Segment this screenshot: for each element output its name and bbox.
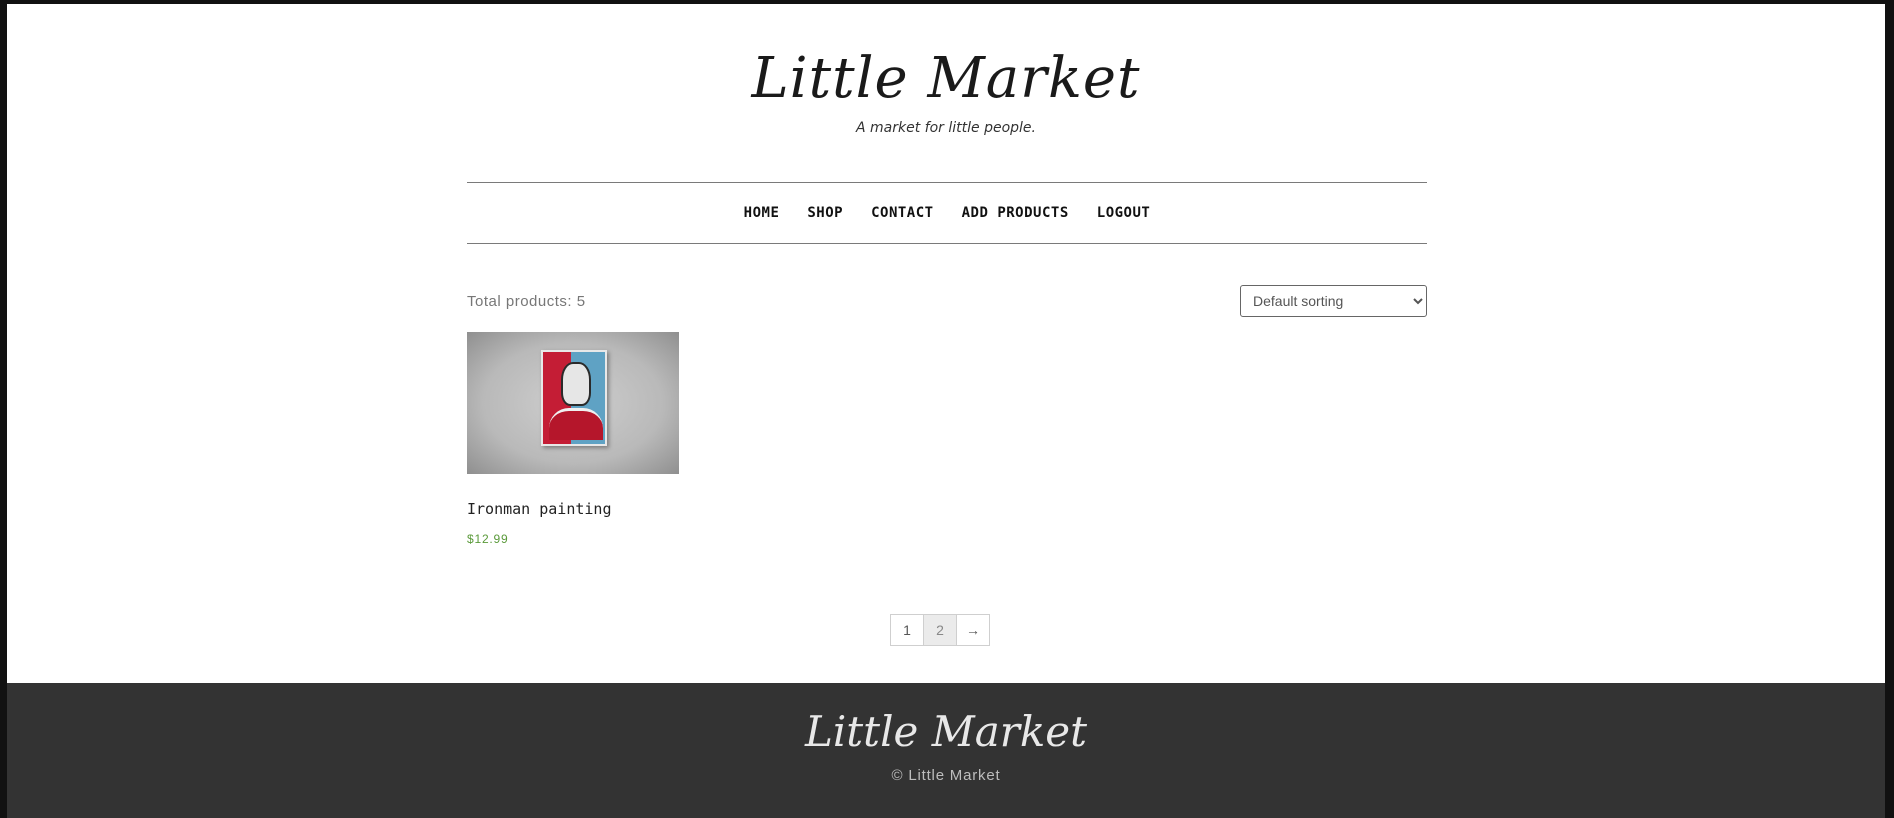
total-products-count: Total products: 5 [467,292,586,310]
footer-logo[interactable]: Little Market [7,708,1885,755]
nav-contact[interactable]: CONTACT [871,205,934,221]
page-link-1[interactable]: 1 [890,614,924,646]
site-title-link[interactable]: Little Market [7,48,1885,110]
pagination: 1 2 → [890,614,990,646]
nav-home[interactable]: HOME [744,205,780,221]
ironman-body-shape [549,408,603,440]
ironman-helmet-shape [561,362,591,406]
next-page-arrow-icon[interactable]: → [956,614,990,646]
site-tagline: A market for little people. [856,119,1036,136]
footer-copyright: © Little Market [891,767,1001,785]
main-navigation: HOME SHOP CONTACT ADD PRODUCTS LOGOUT [467,182,1427,244]
product-name-link[interactable]: Ironman painting [467,500,679,518]
product-price: $12.99 [467,532,509,546]
site-footer: Little Market © Little Market [7,683,1885,818]
shop-toolbar: Total products: 5 Default sorting [467,285,1427,317]
page: Little Market A market for little people… [7,4,1885,818]
nav-logout[interactable]: LOGOUT [1097,205,1151,221]
site-header: Little Market A market for little people… [7,4,1885,182]
sort-select[interactable]: Default sorting [1240,285,1427,317]
product-card[interactable]: Ironman painting $12.99 [467,332,679,546]
nav-add-products[interactable]: ADD PRODUCTS [962,205,1069,221]
page-link-2-current[interactable]: 2 [923,614,957,646]
painting-canvas [541,350,607,446]
ironman-painting-image[interactable] [467,332,679,474]
nav-shop[interactable]: SHOP [807,205,843,221]
